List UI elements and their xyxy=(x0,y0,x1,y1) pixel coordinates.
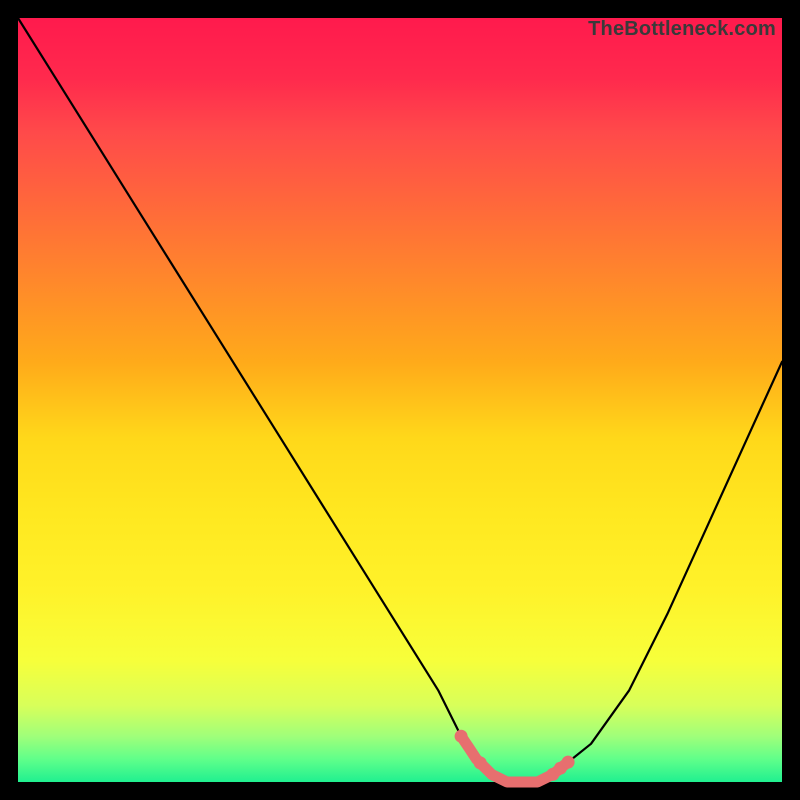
bottleneck-curve xyxy=(18,18,782,782)
plot-area: TheBottleneck.com xyxy=(18,18,782,782)
optimal-dot xyxy=(455,730,468,743)
chart-stage: TheBottleneck.com xyxy=(0,0,800,800)
chart-svg xyxy=(18,18,782,782)
optimal-dot xyxy=(562,756,575,769)
optimal-dot xyxy=(474,756,487,769)
